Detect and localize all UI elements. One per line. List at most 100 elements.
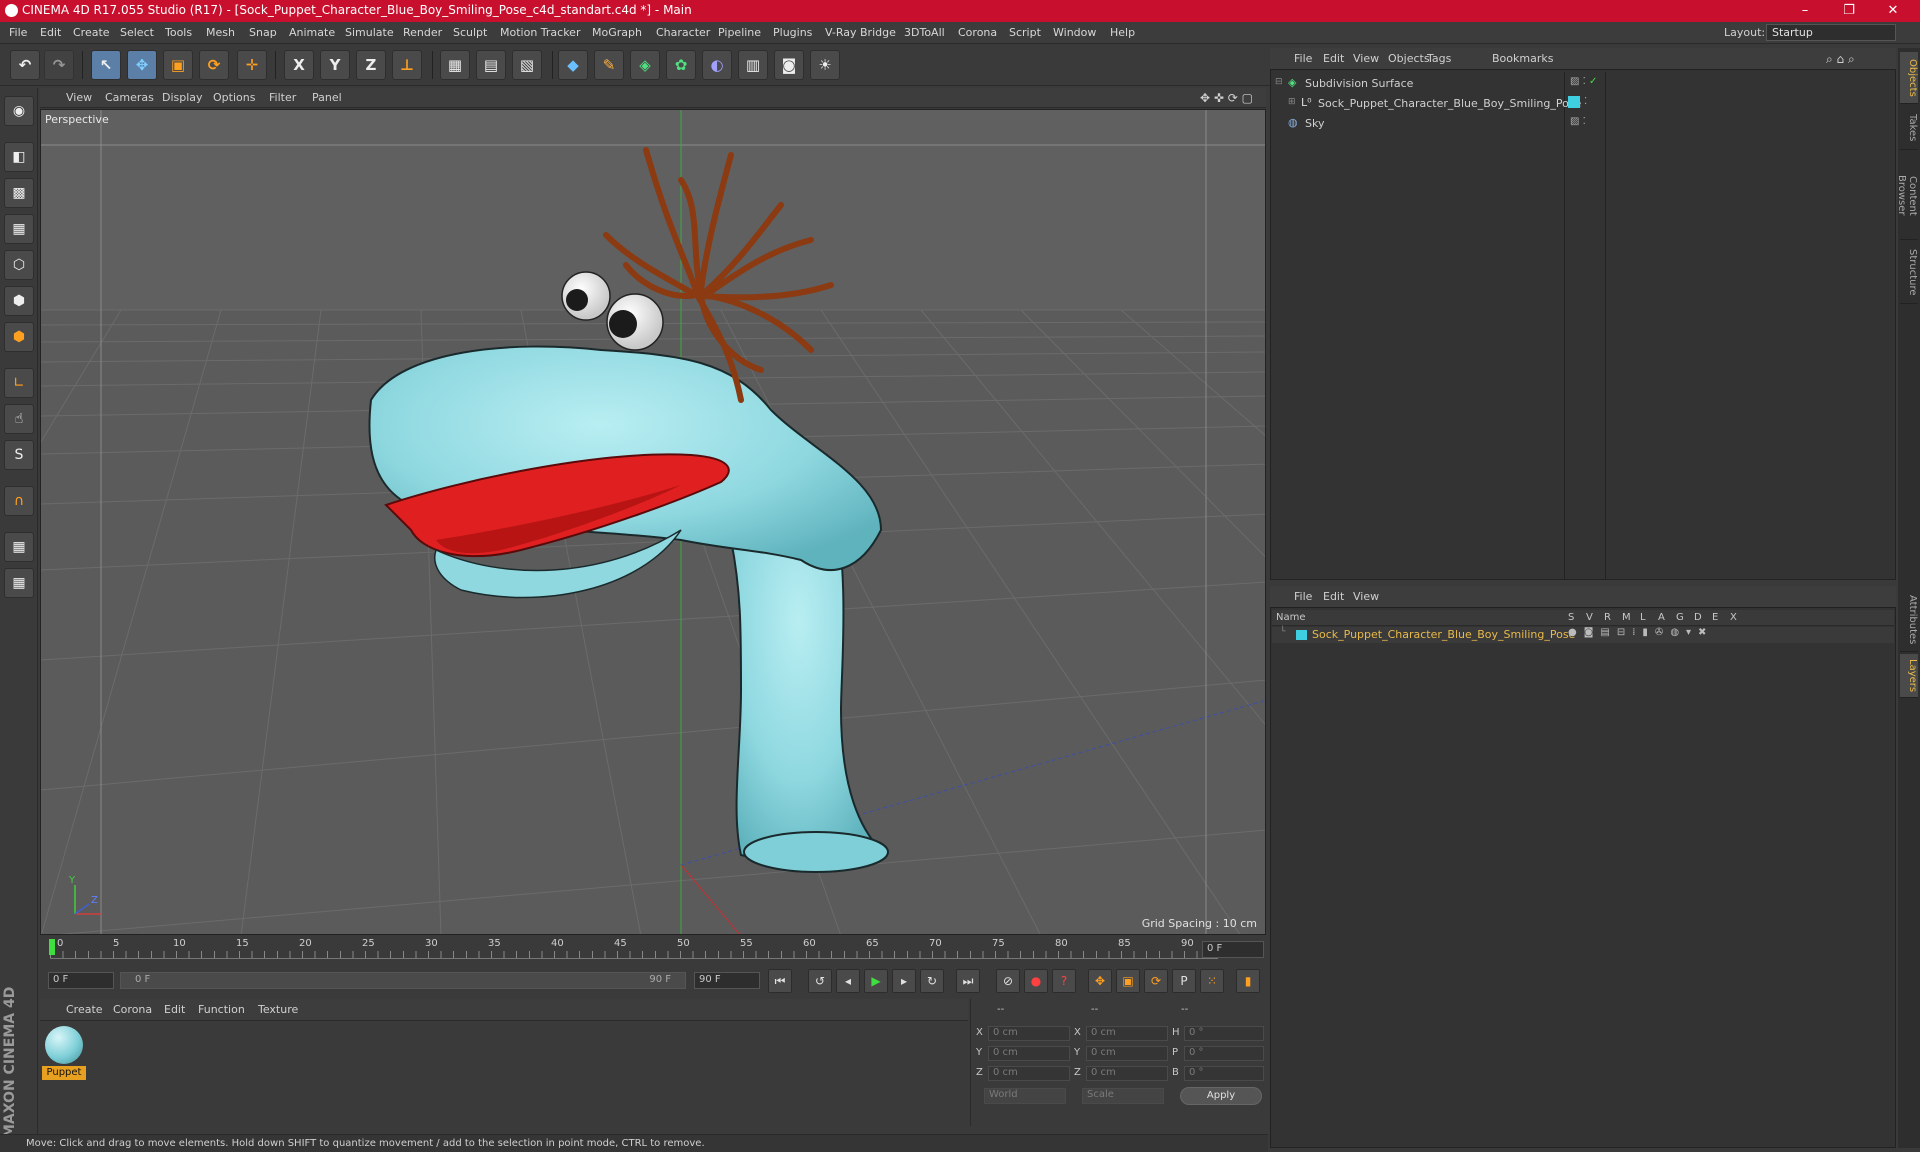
planar-workplane-icon[interactable]: ▦ [4, 568, 34, 598]
visibility-dots-icon[interactable]: ⁚ [1584, 96, 1587, 107]
layer-menu-edit[interactable]: Edit [1323, 590, 1344, 603]
menu-mograph[interactable]: MoGraph [592, 26, 642, 39]
menu-script[interactable]: Script [1009, 26, 1041, 39]
coordinate-tool-button[interactable]: ✛ [237, 50, 267, 80]
layer-row[interactable]: └ Sock_Puppet_Character_Blue_Boy_Smiling… [1272, 627, 1894, 643]
menu-vray-bridge[interactable]: V-Ray Bridge [825, 26, 896, 39]
x-axis-button[interactable]: X [284, 50, 314, 80]
mat-menu-create[interactable]: Create [66, 1003, 103, 1016]
tab-layers[interactable]: Layers [1900, 654, 1918, 698]
timeline-ruler[interactable]: 0 5 10 15 20 25 30 35 40 45 50 55 60 65 … [40, 937, 1266, 963]
object-row-sky[interactable]: ◍ Sky [1275, 115, 1565, 133]
close-button[interactable]: ✕ [1878, 1, 1908, 21]
rotation-p-field[interactable]: 0 ° [1184, 1046, 1264, 1061]
model-mode-icon[interactable]: ◧ [4, 142, 34, 172]
obj-menu-file[interactable]: File [1294, 52, 1312, 65]
vp-menu-panel[interactable]: Panel [312, 91, 342, 104]
scale-mode-select[interactable]: Scale [1082, 1088, 1164, 1104]
layer-color-swatch[interactable] [1568, 96, 1580, 108]
position-z-field[interactable]: 0 cm [988, 1066, 1070, 1081]
menu-render[interactable]: Render [403, 26, 442, 39]
floor-icon[interactable]: ▥ [738, 50, 768, 80]
locked-workplane-icon[interactable]: ▦ [4, 532, 34, 562]
object-row-subdivision-surface[interactable]: ⊟ ◈ Subdivision Surface [1275, 75, 1565, 93]
frame-range-slider[interactable]: 0 F 90 F [120, 972, 686, 989]
points-mode-icon[interactable]: ⬡ [4, 250, 34, 280]
subdivision-icon[interactable]: ◈ [630, 50, 660, 80]
vp-menu-cameras[interactable]: Cameras [105, 91, 154, 104]
cube-icon[interactable]: ◆ [558, 50, 588, 80]
autokey-icon[interactable]: ? [1052, 969, 1076, 993]
size-z-field[interactable]: 0 cm [1086, 1066, 1168, 1081]
menu-motion-tracker[interactable]: Motion Tracker [500, 26, 580, 39]
menu-3dtoall[interactable]: 3DToAll [904, 26, 945, 39]
camera-icon[interactable]: ◙ [774, 50, 804, 80]
layer-toggle-icons[interactable]: ●◙▤⊟⁞▮✇◍▾✖ [1568, 627, 1713, 638]
timeline-window-icon[interactable]: ▮ [1236, 969, 1260, 993]
editor-visibility-icon[interactable]: ▨ ⁚ [1570, 116, 1586, 127]
go-to-end-icon[interactable]: ⏭ [956, 969, 980, 993]
next-key-icon[interactable]: ↻ [920, 969, 944, 993]
render-settings-icon[interactable]: ▧ [512, 50, 542, 80]
menu-simulate[interactable]: Simulate [345, 26, 394, 39]
obj-menu-view[interactable]: View [1353, 52, 1379, 65]
timeline-playhead[interactable] [49, 939, 55, 955]
key-pla-icon[interactable]: ⁙ [1200, 969, 1224, 993]
menu-window[interactable]: Window [1053, 26, 1096, 39]
array-icon[interactable]: ✿ [666, 50, 696, 80]
obj-menu-tags[interactable]: Tags [1427, 52, 1451, 65]
position-x-field[interactable]: 0 cm [988, 1026, 1070, 1041]
coordinate-system-select[interactable]: World [984, 1088, 1066, 1104]
tweak-mode-icon[interactable]: ☝ [4, 404, 34, 434]
menu-help[interactable]: Help [1110, 26, 1135, 39]
render-view-icon[interactable]: ▦ [440, 50, 470, 80]
material-swatch[interactable]: Puppet [42, 1024, 86, 1082]
snap-magnet-icon[interactable]: ∩ [4, 486, 34, 516]
menu-create[interactable]: Create [73, 26, 110, 39]
menu-tools[interactable]: Tools [165, 26, 192, 39]
rotation-h-field[interactable]: 0 ° [1184, 1026, 1264, 1041]
rotation-b-field[interactable]: 0 ° [1184, 1066, 1264, 1081]
tab-attributes[interactable]: Attributes [1900, 588, 1918, 652]
vp-menu-display[interactable]: Display [162, 91, 203, 104]
mat-menu-corona[interactable]: Corona [113, 1003, 152, 1016]
menu-mesh[interactable]: Mesh [206, 26, 235, 39]
end-frame-field[interactable]: 90 F [694, 972, 760, 989]
next-frame-icon[interactable]: ▸ [892, 969, 916, 993]
scale-tool-button[interactable]: ▣ [163, 50, 193, 80]
start-frame-field[interactable]: 0 F [48, 972, 114, 989]
mat-menu-texture[interactable]: Texture [258, 1003, 298, 1016]
menu-edit[interactable]: Edit [40, 26, 61, 39]
vp-menu-options[interactable]: Options [213, 91, 255, 104]
layout-select[interactable]: Startup [1766, 24, 1896, 41]
motion-path-icon[interactable]: ⊘ [996, 969, 1020, 993]
vp-menu-filter[interactable]: Filter [269, 91, 296, 104]
obj-menu-bookmarks[interactable]: Bookmarks [1492, 52, 1553, 65]
obj-search-icon[interactable]: ⌕ ⌂ ⌕ [1826, 52, 1855, 67]
object-row-sock-puppet[interactable]: ⊞ L⁰ Sock_Puppet_Character_Blue_Boy_Smil… [1275, 95, 1581, 113]
axis-mode-icon[interactable]: ∟ [4, 368, 34, 398]
play-icon[interactable]: ▶ [864, 969, 888, 993]
menu-file[interactable]: File [9, 26, 27, 39]
viewport-nav-icons[interactable]: ✥ ✜ ⟳ ▢ [1200, 91, 1253, 105]
rotate-tool-button[interactable]: ⟳ [199, 50, 229, 80]
tab-objects[interactable]: Objects [1900, 52, 1918, 104]
texture-mode-icon[interactable]: ▩ [4, 178, 34, 208]
make-editable-icon[interactable]: ◉ [4, 96, 34, 126]
undo-button[interactable]: ↶ [10, 50, 40, 80]
minimize-button[interactable]: – [1790, 1, 1820, 21]
perspective-viewport[interactable]: Y Z Perspective Grid Spacing : 10 cm [40, 109, 1266, 935]
menu-select[interactable]: Select [120, 26, 154, 39]
move-tool-button[interactable]: ✥ [127, 50, 157, 80]
go-to-start-icon[interactable]: ⏮ [768, 969, 792, 993]
tab-content-browser[interactable]: Content Browser [1896, 152, 1918, 240]
edges-mode-icon[interactable]: ⬢ [4, 286, 34, 316]
key-rotation-icon[interactable]: ⟳ [1144, 969, 1168, 993]
menu-pipeline[interactable]: Pipeline [718, 26, 761, 39]
render-picture-viewer-icon[interactable]: ▤ [476, 50, 506, 80]
layer-menu-file[interactable]: File [1294, 590, 1312, 603]
size-y-field[interactable]: 0 cm [1086, 1046, 1168, 1061]
previous-key-icon[interactable]: ↺ [808, 969, 832, 993]
position-y-field[interactable]: 0 cm [988, 1046, 1070, 1061]
spline-pen-icon[interactable]: ✎ [594, 50, 624, 80]
